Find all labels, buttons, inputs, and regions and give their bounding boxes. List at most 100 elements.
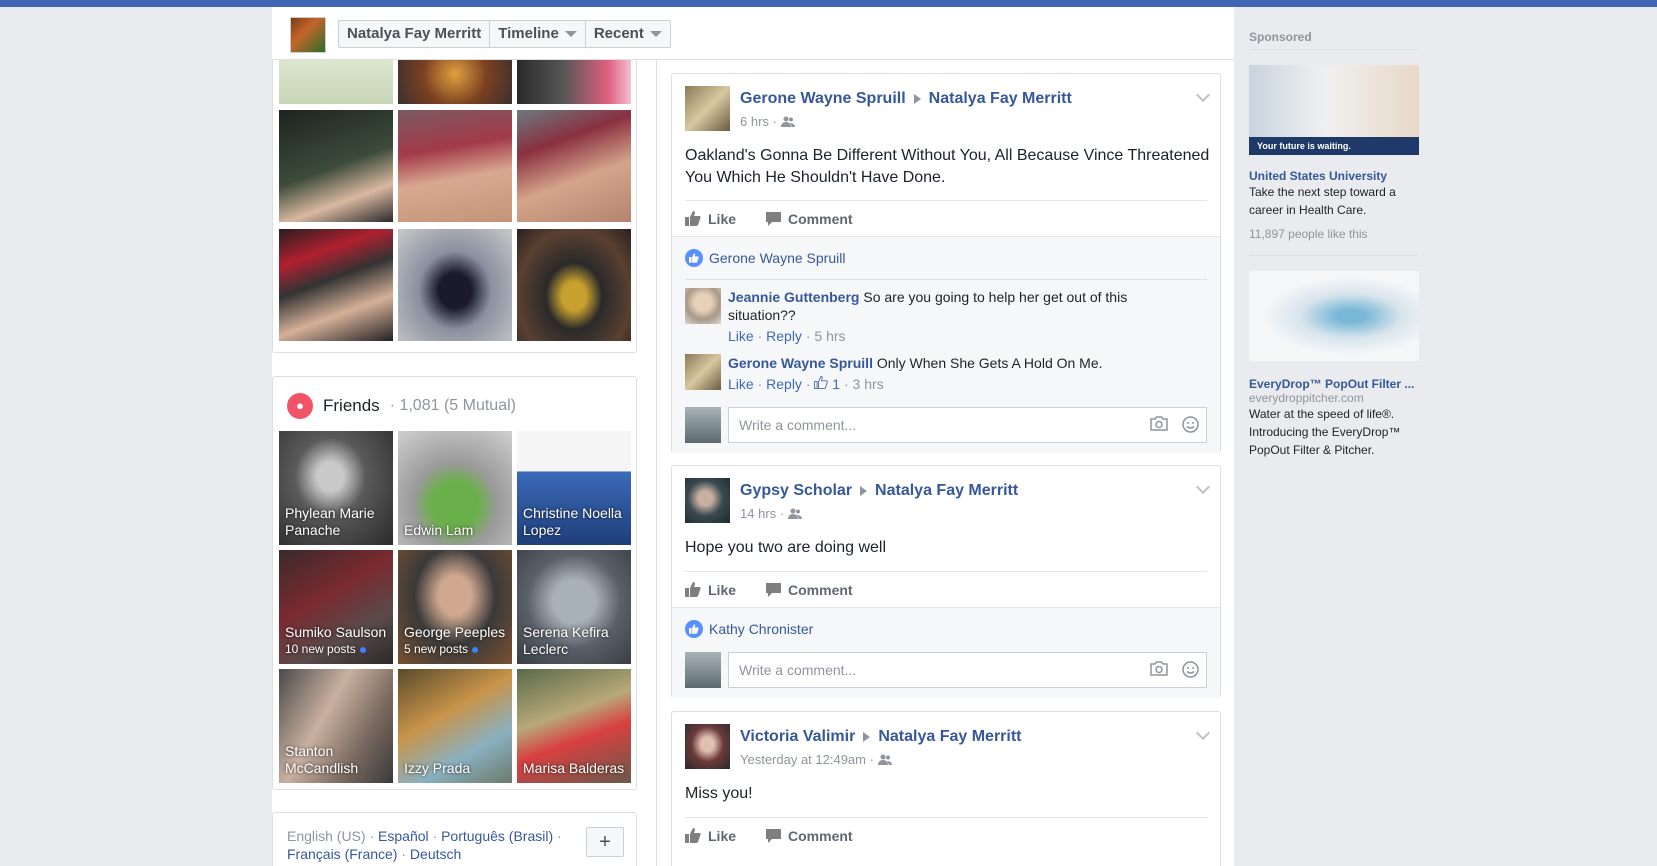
caret-down-icon (649, 31, 662, 37)
comment-avatar[interactable] (685, 288, 721, 324)
comment-time[interactable]: 5 hrs (814, 328, 845, 344)
comment: Jeannie Guttenberg So are you going to h… (685, 288, 1207, 348)
liker-name[interactable]: Kathy Chronister (709, 621, 813, 637)
comment-author[interactable]: Jeannie Guttenberg (728, 289, 859, 305)
ad-unit[interactable]: EveryDrop™ PopOut Filter ... everydroppi… (1249, 271, 1419, 459)
friend-tile[interactable]: Izzy Prada (398, 669, 512, 783)
comment-button[interactable]: Comment (766, 828, 853, 844)
post-target-link[interactable]: Natalya Fay Merritt (878, 728, 1021, 746)
friends-audience-icon (877, 754, 892, 765)
photo-thumbnail[interactable] (279, 229, 393, 341)
friend-name: Stanton McCandlish (285, 743, 359, 776)
post-options-chevron-icon[interactable] (1195, 87, 1211, 103)
comments-section: Gerone Wayne Spruill Jeannie Guttenberg … (672, 236, 1220, 453)
comment-avatar[interactable] (685, 354, 721, 390)
post-author-avatar[interactable] (685, 86, 730, 131)
divider (685, 279, 1207, 280)
friend-tile[interactable]: Marisa Balderas (517, 669, 631, 783)
photo-thumbnail[interactable] (517, 54, 631, 104)
camera-icon[interactable] (1150, 416, 1168, 431)
comment-meta: Like · Reply · 1 · 3 hrs (728, 375, 884, 392)
comment-button[interactable]: Comment (766, 582, 853, 598)
comment-icon (766, 828, 782, 843)
like-button[interactable]: Like (685, 582, 736, 598)
post-author-link[interactable]: Gerone Wayne Spruill (740, 90, 906, 108)
friend-name: Izzy Prada (404, 760, 471, 776)
add-language-button[interactable]: + (586, 827, 624, 857)
emoji-icon[interactable] (1182, 416, 1199, 433)
friend-tile[interactable]: Christine Noella Lopez (517, 431, 631, 545)
write-comment-row: Write a comment... (685, 652, 1207, 688)
friend-tile[interactable]: Stanton McCandlish (279, 669, 393, 783)
post-timestamp[interactable]: 6 hrs · (740, 114, 795, 129)
like-button[interactable]: Like (685, 211, 736, 227)
post-timestamp[interactable]: 14 hrs · (740, 506, 803, 521)
language-link[interactable]: Français (France) (287, 846, 397, 862)
friend-name: Edwin Lam (404, 522, 474, 538)
likes-summary[interactable]: Gerone Wayne Spruill (685, 249, 845, 267)
language-link[interactable]: Deutsch (410, 846, 461, 862)
language-link[interactable]: Español (378, 828, 429, 844)
ad-image[interactable] (1249, 271, 1419, 361)
comment: Gerone Wayne Spruill Only When She Gets … (685, 354, 1207, 398)
photo-thumbnail[interactable] (279, 110, 393, 222)
post-author-line: Gypsy Scholar Natalya Fay Merritt (740, 482, 1018, 500)
post-author-line: Gerone Wayne Spruill Natalya Fay Merritt (740, 90, 1072, 108)
likes-summary[interactable]: Kathy Chronister (685, 620, 813, 638)
post-author-avatar[interactable] (685, 724, 730, 769)
friend-name: Christine Noella Lopez (523, 505, 622, 538)
language-link[interactable]: Português (Brasil) (441, 828, 553, 844)
friend-tile[interactable]: Serena Kefira Leclerc (517, 550, 631, 664)
liker-name[interactable]: Gerone Wayne Spruill (709, 250, 845, 266)
photo-thumbnail[interactable] (279, 54, 393, 104)
photo-thumbnail[interactable] (398, 110, 512, 222)
post-options-chevron-icon[interactable] (1195, 725, 1211, 741)
comment-button[interactable]: Comment (766, 211, 853, 227)
photo-thumbnail[interactable] (517, 110, 631, 222)
recent-dropdown[interactable]: Recent (586, 21, 670, 47)
comment-input[interactable]: Write a comment... (728, 652, 1207, 688)
comment-input[interactable]: Write a comment... (728, 407, 1207, 443)
profile-name-button[interactable]: Natalya Fay Merritt (339, 21, 491, 47)
comment-time[interactable]: 3 hrs (853, 376, 884, 392)
photo-thumbnail[interactable] (517, 229, 631, 341)
post-author-line: Victoria Valimir Natalya Fay Merritt (740, 728, 1022, 746)
ad-title[interactable]: EveryDrop™ PopOut Filter ... (1249, 377, 1419, 391)
language-links: English (US) · Español · Português (Bras… (287, 828, 562, 862)
comment-author[interactable]: Gerone Wayne Spruill (728, 355, 873, 371)
timeline-dropdown[interactable]: Timeline (490, 21, 586, 47)
friend-name: Sumiko Saulson 10 new posts (285, 624, 387, 656)
ad-unit[interactable]: Your future is waiting. United States Un… (1249, 65, 1419, 256)
comment-reply-link[interactable]: Reply (766, 376, 802, 392)
post-author-link[interactable]: Victoria Valimir (740, 728, 855, 746)
friend-tile[interactable]: George Peeples 5 new posts (398, 550, 512, 664)
emoji-icon[interactable] (1182, 661, 1199, 678)
post-target-link[interactable]: Natalya Fay Merritt (929, 90, 1072, 108)
photo-thumbnail[interactable] (398, 229, 512, 341)
comment-like-link[interactable]: Like (728, 376, 754, 392)
ad-url[interactable]: everydroppitcher.com (1249, 391, 1419, 405)
thumbs-up-outline-icon (814, 375, 829, 389)
comment-reply-link[interactable]: Reply (766, 328, 802, 344)
friends-header[interactable]: ● Friends · 1,081 (5 Mutual) (287, 393, 516, 419)
comment-body: Jeannie Guttenberg So are you going to h… (728, 288, 1167, 345)
ad-image[interactable]: Your future is waiting. (1249, 65, 1419, 155)
friend-name: Marisa Balderas (523, 760, 625, 776)
comment-like-count[interactable]: 1 (814, 375, 840, 392)
post-target-link[interactable]: Natalya Fay Merritt (875, 482, 1018, 500)
comment-like-link[interactable]: Like (728, 328, 754, 344)
friend-tile[interactable]: Edwin Lam (398, 431, 512, 545)
ad-title[interactable]: United States University (1249, 169, 1419, 183)
photo-thumbnail[interactable] (398, 54, 512, 104)
current-language: English (US) (287, 828, 366, 844)
ads-column: Sponsored Your future is waiting. United… (1249, 30, 1419, 459)
post-options-chevron-icon[interactable] (1195, 479, 1211, 495)
friend-tile[interactable]: Sumiko Saulson 10 new posts (279, 550, 393, 664)
like-button[interactable]: Like (685, 828, 736, 844)
post-timestamp[interactable]: Yesterday at 12:49am · (740, 752, 892, 767)
post-author-link[interactable]: Gypsy Scholar (740, 482, 852, 500)
friend-tile[interactable]: Phylean Marie Panache (279, 431, 393, 545)
profile-avatar[interactable] (290, 17, 326, 53)
post-author-avatar[interactable] (685, 478, 730, 523)
camera-icon[interactable] (1150, 661, 1168, 676)
